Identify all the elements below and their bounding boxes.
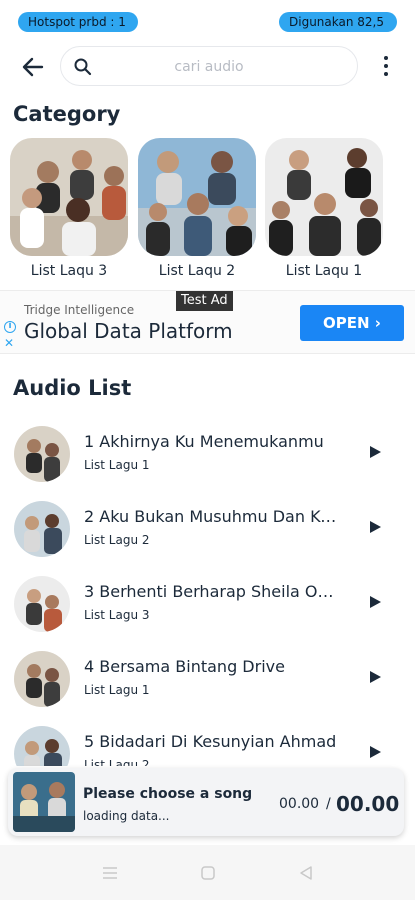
song-thumbnail <box>14 576 70 632</box>
now-playing-status: loading data... <box>83 809 170 823</box>
song-playlist: List Lagu 1 <box>84 683 150 697</box>
time-separator: / <box>326 796 331 812</box>
category-card[interactable]: List Laqu 2 <box>138 138 256 279</box>
category-label: List Laqu 2 <box>158 263 236 279</box>
recent-apps-icon[interactable] <box>100 863 120 883</box>
song-title: 3 Berhenti Berharap Sheila On 7 <box>84 582 338 601</box>
audio-list-heading: Audio List <box>13 376 132 400</box>
now-playing-title: Please choose a song <box>83 786 253 802</box>
total-time: 00.00 <box>336 792 400 816</box>
data-usage-pill: Digunakan 82,5 <box>279 12 397 32</box>
category-cover-image <box>10 138 128 256</box>
mini-player[interactable]: Please choose a song loading data... 00.… <box>8 768 404 836</box>
category-cover-image <box>265 138 383 256</box>
song-playlist: List Lagu 2 <box>84 758 150 766</box>
ad-open-label: OPEN <box>323 314 370 332</box>
play-icon[interactable] <box>367 594 383 610</box>
song-thumbnail <box>14 726 70 766</box>
play-icon[interactable] <box>367 519 383 535</box>
ad-open-button[interactable]: OPEN › <box>300 305 404 341</box>
list-item[interactable]: 1 Akhirnya Ku Menemukanmu List Lagu 1 <box>0 418 415 488</box>
play-icon[interactable] <box>367 444 383 460</box>
overflow-menu-button[interactable] <box>377 54 397 78</box>
song-title: 4 Bersama Bintang Drive <box>84 657 285 676</box>
ad-close-icon[interactable]: ✕ <box>4 337 14 349</box>
audio-list[interactable]: 1 Akhirnya Ku Menemukanmu List Lagu 1 2 … <box>0 418 415 766</box>
chevron-right-icon: › <box>374 314 381 332</box>
search-placeholder: cari audio <box>174 59 244 75</box>
arrow-left-icon <box>22 57 44 77</box>
song-thumbnail <box>14 501 70 557</box>
play-icon[interactable] <box>367 744 383 760</box>
song-title: 1 Akhirnya Ku Menemukanmu <box>84 432 324 451</box>
ad-info-icon[interactable]: i <box>4 321 16 333</box>
play-icon[interactable] <box>367 669 383 685</box>
nav-back-icon[interactable] <box>296 863 316 883</box>
back-button[interactable] <box>18 52 48 82</box>
song-thumbnail <box>14 651 70 707</box>
category-label: List Laqu 1 <box>285 263 363 279</box>
list-item[interactable]: 3 Berhenti Berharap Sheila On 7 List Lag… <box>0 568 415 638</box>
category-heading: Category <box>13 102 121 126</box>
search-icon <box>74 58 92 76</box>
category-cover-image <box>138 138 256 256</box>
hotspot-status-pill: Hotspot prbd : 1 <box>18 12 138 32</box>
list-item[interactable]: 2 Aku Bukan Musuhmu Dan Kamu List Lagu 2 <box>0 493 415 563</box>
category-card[interactable]: List Laqu 1 <box>265 138 383 279</box>
top-bar: cari audio <box>0 44 415 88</box>
song-title: 2 Aku Bukan Musuhmu Dan Kamu <box>84 507 338 526</box>
test-ad-label: Test Ad <box>176 291 233 311</box>
song-playlist: List Lagu 2 <box>84 533 150 547</box>
song-thumbnail <box>14 426 70 482</box>
system-navigation-bar <box>0 845 415 900</box>
search-input[interactable]: cari audio <box>60 46 358 86</box>
category-card[interactable]: List Laqu 3 <box>10 138 128 279</box>
home-icon[interactable] <box>198 863 218 883</box>
song-playlist: List Lagu 3 <box>84 608 150 622</box>
category-label: List Laqu 3 <box>30 263 108 279</box>
current-time: 00.00 <box>279 796 320 812</box>
list-item[interactable]: 5 Bidadari Di Kesunyian Ahmad List Lagu … <box>0 718 415 766</box>
ad-banner[interactable]: Test Ad i ✕ Tridge Intelligence Global D… <box>0 290 415 354</box>
song-title: 5 Bidadari Di Kesunyian Ahmad <box>84 732 337 751</box>
player-cover-image <box>13 772 75 832</box>
ad-sponsor: Tridge Intelligence <box>24 303 135 317</box>
ad-headline: Global Data Platform <box>24 319 233 343</box>
list-item[interactable]: 4 Bersama Bintang Drive List Lagu 1 <box>0 643 415 713</box>
song-playlist: List Lagu 1 <box>84 458 150 472</box>
